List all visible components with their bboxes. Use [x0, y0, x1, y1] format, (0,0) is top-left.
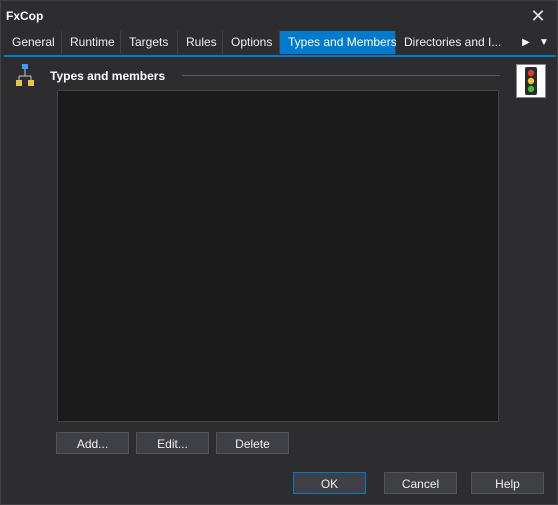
- tab-directories[interactable]: Directories and I...: [396, 31, 509, 54]
- dialog-window: FxCop ✕ General Runtime Targets Rules Op…: [0, 0, 558, 505]
- tab-scroll-right-icon[interactable]: ▶: [519, 31, 533, 54]
- tab-types-and-members[interactable]: Types and Members: [280, 31, 397, 54]
- window-title: FxCop: [6, 9, 44, 23]
- traffic-light-icon: [516, 64, 546, 98]
- edit-button[interactable]: Edit...: [136, 432, 209, 454]
- tab-targets[interactable]: Targets: [121, 31, 178, 54]
- tab-list-menu-icon[interactable]: ▼: [537, 31, 551, 54]
- close-icon[interactable]: ✕: [527, 5, 549, 27]
- hierarchy-icon: [16, 64, 34, 86]
- tab-strip: General Runtime Targets Rules Options Ty…: [4, 31, 556, 57]
- title-bar: FxCop ✕: [1, 1, 557, 31]
- section-divider: [182, 75, 500, 76]
- tab-rules[interactable]: Rules: [178, 31, 223, 54]
- tab-runtime[interactable]: Runtime: [62, 31, 121, 54]
- section-title: Types and members: [50, 69, 166, 83]
- add-button[interactable]: Add...: [56, 432, 129, 454]
- help-button[interactable]: Help: [471, 472, 544, 494]
- ok-button[interactable]: OK: [293, 472, 366, 494]
- delete-button[interactable]: Delete: [216, 432, 289, 454]
- tab-options[interactable]: Options: [223, 31, 280, 54]
- types-members-list[interactable]: [57, 90, 499, 422]
- tab-general[interactable]: General: [4, 31, 62, 54]
- cancel-button[interactable]: Cancel: [384, 472, 457, 494]
